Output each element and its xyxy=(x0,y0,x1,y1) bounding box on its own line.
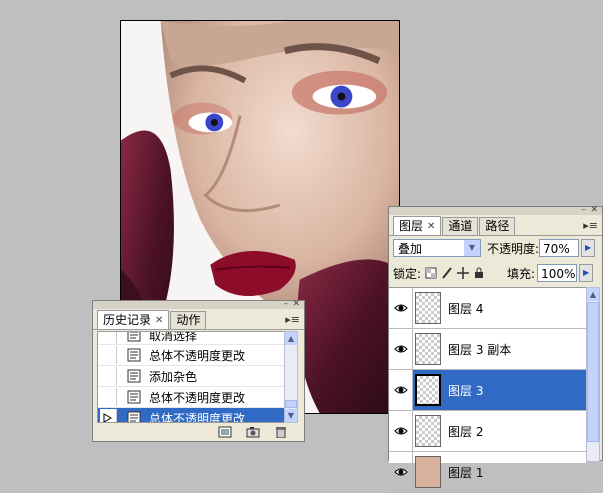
layer-row[interactable]: 图层 1 xyxy=(389,452,586,493)
history-state-icon xyxy=(127,332,141,342)
history-state-icon xyxy=(127,390,141,404)
list-item[interactable]: 取消选择 xyxy=(98,332,285,345)
lock-transparent-pixels-icon[interactable] xyxy=(425,267,437,279)
lock-label: 锁定: xyxy=(393,266,422,281)
tab-label: 历史记录 xyxy=(103,312,152,327)
visibility-eye-icon[interactable] xyxy=(389,411,413,451)
close-icon[interactable]: ✕ xyxy=(427,218,435,235)
history-state-icon xyxy=(127,369,141,383)
lock-all-icon[interactable] xyxy=(473,267,485,279)
layers-titlebar[interactable]: – ✕ xyxy=(389,206,602,215)
opacity-slider-toggle-icon[interactable]: ▶ xyxy=(581,239,596,257)
layer-name[interactable]: 图层 1 xyxy=(448,464,483,481)
list-item[interactable]: 总体不透明度更改 xyxy=(98,387,285,408)
blend-opacity-row: 叠加 ▼ 不透明度: 70% ▶ xyxy=(389,236,602,260)
chevron-down-icon[interactable]: ▼ xyxy=(464,240,480,256)
visibility-eye-icon[interactable] xyxy=(389,288,413,328)
tab-label: 动作 xyxy=(176,313,201,327)
history-item-label: 总体不透明度更改 xyxy=(149,348,246,363)
tab-layers[interactable]: 图层 ✕ xyxy=(393,216,442,235)
fill-label: 填充: xyxy=(507,266,536,281)
history-tabs: 历史记录 ✕ 动作 ▸≡ xyxy=(93,309,304,330)
palette-menu-icon[interactable]: ▸≡ xyxy=(583,219,598,232)
new-document-from-state-icon[interactable] xyxy=(218,426,232,438)
history-state-icon xyxy=(127,348,141,362)
layers-palette: – ✕ 图层 ✕ 通道 路径 ▸≡ 叠加 ▼ 不透明度: 70% ▶ 锁定: 填 xyxy=(388,206,603,493)
close-icon[interactable]: ✕ xyxy=(155,312,163,329)
lock-position-icon[interactable] xyxy=(457,267,470,279)
history-brush-source-box[interactable] xyxy=(100,388,117,406)
lock-icons xyxy=(425,267,485,279)
layers-scrollbar[interactable]: ▲ xyxy=(586,287,600,462)
tab-label: 路径 xyxy=(485,219,510,233)
layer-name[interactable]: 图层 2 xyxy=(448,423,483,440)
history-footer xyxy=(93,423,304,441)
close-icon[interactable]: ✕ xyxy=(292,300,300,309)
history-brush-source-box[interactable] xyxy=(100,367,117,385)
layer-name[interactable]: 图层 4 xyxy=(448,300,483,317)
scroll-up-icon[interactable]: ▲ xyxy=(285,332,297,345)
history-item-label: 总体不透明度更改 xyxy=(149,390,246,405)
tab-label: 图层 xyxy=(399,218,424,233)
layer-thumbnail xyxy=(415,333,441,365)
history-item-label: 总体不透明度更改 xyxy=(149,411,246,423)
layer-list: 图层 4 图层 3 副本 图层 3 图层 2 图层 1 xyxy=(389,287,586,493)
history-titlebar[interactable]: – ✕ xyxy=(93,300,304,309)
list-item[interactable]: 总体不透明度更改 xyxy=(98,408,285,423)
layer-row[interactable]: 图层 2 xyxy=(389,411,586,452)
minimize-icon[interactable]: – xyxy=(582,206,587,215)
blend-mode-value: 叠加 xyxy=(398,242,423,256)
layer-thumbnail xyxy=(415,415,441,447)
layer-name[interactable]: 图层 3 副本 xyxy=(448,341,511,358)
scroll-thumb[interactable] xyxy=(285,400,297,408)
tab-actions[interactable]: 动作 xyxy=(170,311,207,329)
layer-thumbnail xyxy=(415,374,441,406)
history-state-icon xyxy=(127,411,141,422)
lock-image-pixels-icon[interactable] xyxy=(441,267,453,279)
history-palette: – ✕ 历史记录 ✕ 动作 ▸≡ 取消选择 总体不透明度更改 添加杂色 总体不透… xyxy=(92,300,305,442)
delete-icon[interactable] xyxy=(274,426,288,438)
scroll-down-icon[interactable]: ▼ xyxy=(285,409,297,422)
opacity-field[interactable]: 70% xyxy=(539,239,580,257)
history-item-label: 添加杂色 xyxy=(149,369,198,384)
blend-mode-select[interactable]: 叠加 ▼ xyxy=(393,239,481,257)
tab-paths[interactable]: 路径 xyxy=(479,217,516,235)
history-item-label: 取消选择 xyxy=(149,332,198,343)
close-icon[interactable]: ✕ xyxy=(590,206,598,215)
visibility-eye-icon[interactable] xyxy=(389,370,413,410)
minimize-icon[interactable]: – xyxy=(284,300,289,309)
list-item[interactable]: 添加杂色 xyxy=(98,366,285,387)
list-item[interactable]: 总体不透明度更改 xyxy=(98,345,285,366)
visibility-eye-icon[interactable] xyxy=(389,329,413,369)
lock-fill-row: 锁定: 填充: 100% ▶ xyxy=(389,260,602,286)
layer-thumbnail xyxy=(415,292,441,324)
history-scrollbar[interactable]: ▲ ▼ xyxy=(284,331,298,423)
layer-name[interactable]: 图层 3 xyxy=(448,382,483,399)
layer-row[interactable]: 图层 3 副本 xyxy=(389,329,586,370)
history-list: 取消选择 总体不透明度更改 添加杂色 总体不透明度更改 总体不透明度更改 xyxy=(97,331,286,423)
history-brush-source-box[interactable] xyxy=(100,409,117,423)
history-brush-source-box[interactable] xyxy=(100,346,117,364)
palette-menu-icon[interactable]: ▸≡ xyxy=(285,313,300,326)
visibility-eye-icon[interactable] xyxy=(389,452,413,492)
tab-history[interactable]: 历史记录 ✕ xyxy=(97,310,170,329)
fill-slider-toggle-icon[interactable]: ▶ xyxy=(579,264,594,282)
layer-row[interactable]: 图层 3 xyxy=(389,370,586,411)
state-slider-icon[interactable] xyxy=(103,413,112,423)
layers-tabs: 图层 ✕ 通道 路径 ▸≡ xyxy=(389,215,602,236)
tab-channels[interactable]: 通道 xyxy=(442,217,479,235)
scroll-thumb[interactable] xyxy=(587,302,599,442)
new-snapshot-icon[interactable] xyxy=(246,426,260,438)
fill-field[interactable]: 100% xyxy=(537,264,578,282)
tab-label: 通道 xyxy=(448,219,473,233)
opacity-label: 不透明度: xyxy=(487,241,540,256)
layer-row[interactable]: 图层 4 xyxy=(389,288,586,329)
scroll-up-icon[interactable]: ▲ xyxy=(587,288,599,301)
history-brush-source-box[interactable] xyxy=(100,332,117,344)
